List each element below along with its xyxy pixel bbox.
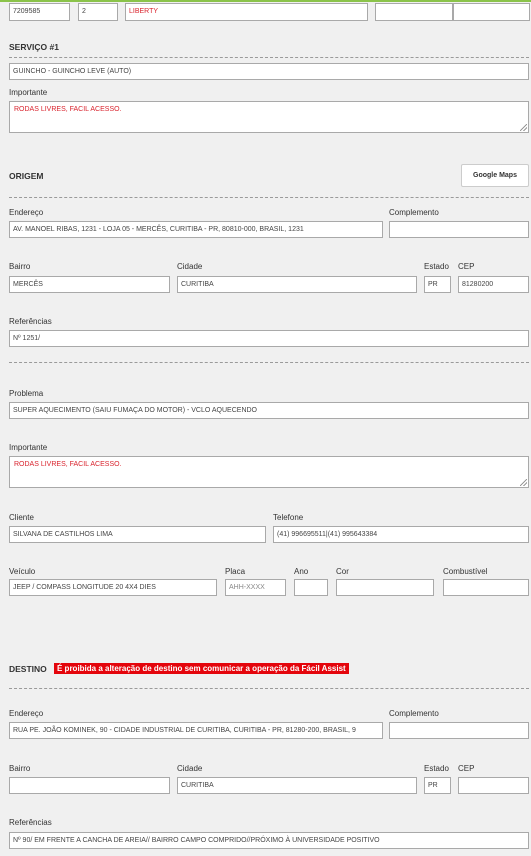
problem-label: Problema bbox=[9, 389, 44, 398]
code-field[interactable]: 7209585 bbox=[9, 3, 70, 21]
destination-state-label: Estado bbox=[424, 764, 449, 773]
details-important-text: RODAS LIVRES, FACIL ACESSO. bbox=[14, 461, 122, 468]
destination-city-label: Cidade bbox=[177, 764, 203, 773]
service-important-label: Importante bbox=[9, 88, 48, 97]
origin-cep-field[interactable]: 81280200 bbox=[458, 276, 529, 293]
year-label: Ano bbox=[294, 567, 309, 576]
destination-address-field[interactable]: RUA PE. JOÃO KOMINEK, 90 - CIDADE INDUST… bbox=[9, 722, 383, 739]
fuel-field[interactable] bbox=[443, 579, 529, 596]
client-label: Cliente bbox=[9, 513, 34, 522]
color-field[interactable] bbox=[336, 579, 434, 596]
resize-grip-icon[interactable] bbox=[520, 479, 527, 486]
section-divider bbox=[9, 362, 529, 363]
top-extra-field-2[interactable] bbox=[453, 3, 530, 21]
destination-complement-label: Complemento bbox=[389, 709, 439, 718]
destination-cep-field[interactable] bbox=[458, 777, 529, 794]
section-divider bbox=[9, 688, 529, 689]
origin-complement-label: Complemento bbox=[389, 208, 439, 217]
origin-bairro-field[interactable]: MERCÊS bbox=[9, 276, 170, 293]
destination-warning-badge: É proibida a alteração de destino sem co… bbox=[54, 663, 349, 674]
destination-cep-label: CEP bbox=[458, 764, 475, 773]
destination-bairro-field[interactable] bbox=[9, 777, 170, 794]
service-type-field[interactable]: GUINCHO - GUINCHO LEVE (AUTO) bbox=[9, 63, 529, 80]
origin-section-title: ORIGEM bbox=[9, 171, 44, 181]
vehicle-label: Veículo bbox=[9, 567, 36, 576]
origin-state-label: Estado bbox=[424, 262, 449, 271]
plate-field[interactable]: AHH-XXXX bbox=[225, 579, 286, 596]
destination-references-label: Referências bbox=[9, 818, 52, 827]
service-form: 7209585 2 LIBERTY SERVIÇO #1 GUINCHO - G… bbox=[0, 0, 531, 856]
origin-city-field[interactable]: CURITIBA bbox=[177, 276, 417, 293]
destination-references-field[interactable]: Nº 90/ EM FRENTE A CANCHA DE AREIA// BAI… bbox=[9, 832, 529, 849]
color-label: Cor bbox=[336, 567, 349, 576]
destination-bairro-label: Bairro bbox=[9, 764, 31, 773]
top-extra-field-1[interactable] bbox=[375, 3, 453, 21]
destination-city-field[interactable]: CURITIBA bbox=[177, 777, 417, 794]
destination-address-label: Endereço bbox=[9, 709, 44, 718]
origin-city-label: Cidade bbox=[177, 262, 203, 271]
service-important-textarea[interactable]: RODAS LIVRES, FACIL ACESSO. bbox=[9, 101, 529, 133]
section-divider bbox=[9, 197, 529, 198]
origin-references-label: Referências bbox=[9, 317, 52, 326]
fuel-label: Combustível bbox=[443, 567, 488, 576]
service-important-text: RODAS LIVRES, FACIL ACESSO. bbox=[14, 106, 122, 113]
origin-address-field[interactable]: AV. MANOEL RIBAS, 1231 - LOJA 05 - MERCÊ… bbox=[9, 221, 383, 238]
phone-label: Telefone bbox=[273, 513, 304, 522]
destination-section-title: DESTINO bbox=[9, 664, 47, 674]
origin-complement-field[interactable] bbox=[389, 221, 529, 238]
resize-grip-icon[interactable] bbox=[520, 124, 527, 131]
destination-state-field[interactable]: PR bbox=[424, 777, 451, 794]
top-accent-line bbox=[0, 0, 531, 2]
insurer-field[interactable]: LIBERTY bbox=[125, 3, 368, 21]
origin-cep-label: CEP bbox=[458, 262, 475, 271]
vehicle-field[interactable]: JEEP / COMPASS LONGITUDE 20 4X4 DIES bbox=[9, 579, 217, 596]
plate-label: Placa bbox=[225, 567, 246, 576]
details-important-label: Importante bbox=[9, 443, 48, 452]
origin-bairro-label: Bairro bbox=[9, 262, 31, 271]
origin-references-field[interactable]: Nº 1251/ bbox=[9, 330, 529, 347]
service-section-title: SERVIÇO #1 bbox=[9, 42, 59, 52]
origin-address-label: Endereço bbox=[9, 208, 44, 217]
origin-state-field[interactable]: PR bbox=[424, 276, 451, 293]
google-maps-button[interactable]: Google Maps bbox=[461, 164, 529, 187]
phone-field[interactable]: (41) 996695511|(41) 995643384 bbox=[273, 526, 529, 543]
year-field[interactable] bbox=[294, 579, 328, 596]
number-field[interactable]: 2 bbox=[78, 3, 118, 21]
details-important-textarea[interactable]: RODAS LIVRES, FACIL ACESSO. bbox=[9, 456, 529, 488]
client-field[interactable]: SILVANA DE CASTILHOS LIMA bbox=[9, 526, 266, 543]
problem-field[interactable]: SUPER AQUECIMENTO (SAIU FUMAÇA DO MOTOR)… bbox=[9, 402, 529, 419]
destination-complement-field[interactable] bbox=[389, 722, 529, 739]
section-divider bbox=[9, 57, 529, 58]
